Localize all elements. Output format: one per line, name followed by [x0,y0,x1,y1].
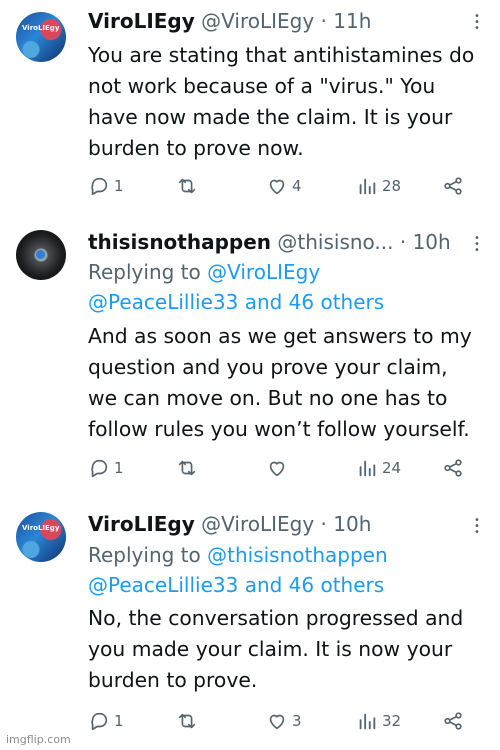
reply-icon [91,177,108,196]
retweet-icon [178,713,196,729]
retweet-button[interactable] [176,710,202,732]
reply-button[interactable]: 1 [88,175,124,197]
share-icon [444,712,462,730]
tweet-text-line: not work because of a "virus." You [88,74,436,98]
tweet-text-line: have now made the claim. It is your [88,105,453,129]
tweet-3[interactable]: ViroLIEgy ViroLIEgy @ViroLIEgy · 10h • • •… [0,500,500,750]
action-bar: 1 4 28 [88,175,480,201]
replying-to: Replying to @ViroLIEgy @PeaceLillie33 an… [88,257,484,317]
timestamp[interactable]: 10h [413,230,451,254]
heart-icon [269,714,285,730]
tweet-text: You are stating that antihistamines do n… [88,40,486,164]
tweet-text-line: we can move on. But no one has to [88,386,448,410]
timestamp[interactable]: 11h [333,9,371,33]
reply-button[interactable]: 1 [88,457,124,479]
replying-others-link[interactable]: @PeaceLillie33 and 46 others [88,570,484,600]
avatar-text: ViroLIEgy [22,524,60,532]
tweet-text: No, the conversation progressed and you … [88,603,486,696]
heart-icon [269,461,285,477]
retweet-icon [178,178,196,194]
action-bar: 1 24 [88,457,480,483]
replying-prefix: Replying to [88,260,208,284]
tweet-text-line: burden to prove. [88,668,258,692]
like-button[interactable] [266,457,292,479]
avatar[interactable]: ViroLIEgy [16,512,66,562]
tweet-text-line: follow rules you won’t follow yourself. [88,417,470,441]
author-handle[interactable]: @ViroLIEgy [201,9,314,33]
tweet-text-line: You are stating that antihistamines do [88,43,475,67]
view-count: 32 [382,712,402,730]
retweet-button[interactable] [176,175,202,197]
author-name[interactable]: ViroLIEgy [88,512,195,536]
views-icon [359,460,376,477]
tweet-text-line: question and you prove your claim, [88,355,448,379]
reply-count: 1 [114,712,124,730]
separator-dot: · [320,9,327,33]
reply-icon [91,712,108,731]
timestamp[interactable]: 10h [333,512,371,536]
tweet-text-line: And as soon as we get answers to my [88,324,472,348]
share-icon [444,177,462,195]
separator-dot: · [320,512,327,536]
share-icon [444,459,462,477]
more-icon[interactable]: • • • [474,516,480,538]
tweet-header: ViroLIEgy @ViroLIEgy · 11h [88,8,460,34]
replying-others-link[interactable]: @PeaceLillie33 and 46 others [88,287,484,317]
author-handle[interactable]: @thisisno... [277,230,393,254]
reply-count: 1 [114,459,124,477]
avatar-eye [36,250,45,259]
views-button[interactable]: 28 [356,175,401,197]
author-name[interactable]: ViroLIEgy [88,9,195,33]
tweet-text-line: No, the conversation progressed and [88,606,464,630]
tweet-2[interactable]: thisisnothappen @thisisno... · 10h • • • R… [0,210,500,500]
views-button[interactable]: 32 [356,710,401,732]
author-handle[interactable]: @ViroLIEgy [201,512,314,536]
tweet-text: And as soon as we get answers to my ques… [88,321,486,445]
retweet-button[interactable] [176,457,202,479]
like-count: 3 [292,712,302,730]
tweet-header: ViroLIEgy @ViroLIEgy · 10h [88,511,460,537]
more-icon[interactable]: • • • [474,234,480,256]
watermark: imgflip.com [6,733,71,746]
view-count: 28 [382,177,402,195]
tweet-1[interactable]: ViroLIEgy ViroLIEgy @ViroLIEgy · 11h • • •… [0,0,500,210]
retweet-icon [178,460,196,476]
reply-count: 1 [114,177,124,195]
reply-button[interactable]: 1 [88,710,124,732]
avatar-text: ViroLIEgy [22,24,60,32]
share-button[interactable] [442,457,464,479]
tweet-header: thisisnothappen @thisisno... · 10h [88,229,460,255]
reply-icon [91,459,108,478]
view-count: 24 [382,459,402,477]
avatar[interactable]: ViroLIEgy [16,12,66,62]
replying-link[interactable]: @thisisnothappen [207,543,388,567]
views-icon [359,178,376,195]
views-button[interactable]: 24 [356,457,401,479]
like-button[interactable]: 4 [266,175,302,197]
heart-icon [269,179,285,195]
more-icon[interactable]: • • • [474,12,480,34]
tweet-text-line: burden to prove now. [88,136,304,160]
separator-dot: · [399,230,407,254]
replying-link[interactable]: @ViroLIEgy [207,260,320,284]
action-bar: 1 3 32 [88,710,480,736]
replying-prefix: Replying to [88,543,208,567]
views-icon [359,713,376,730]
avatar[interactable] [16,230,66,280]
share-button[interactable] [442,710,464,732]
replying-to: Replying to @thisisnothappen @PeaceLilli… [88,540,484,600]
author-name[interactable]: thisisnothappen [88,230,271,254]
like-count: 4 [292,177,302,195]
like-button[interactable]: 3 [266,710,302,732]
share-button[interactable] [442,175,464,197]
tweet-text-line: you made your claim. It is now your [88,637,453,661]
